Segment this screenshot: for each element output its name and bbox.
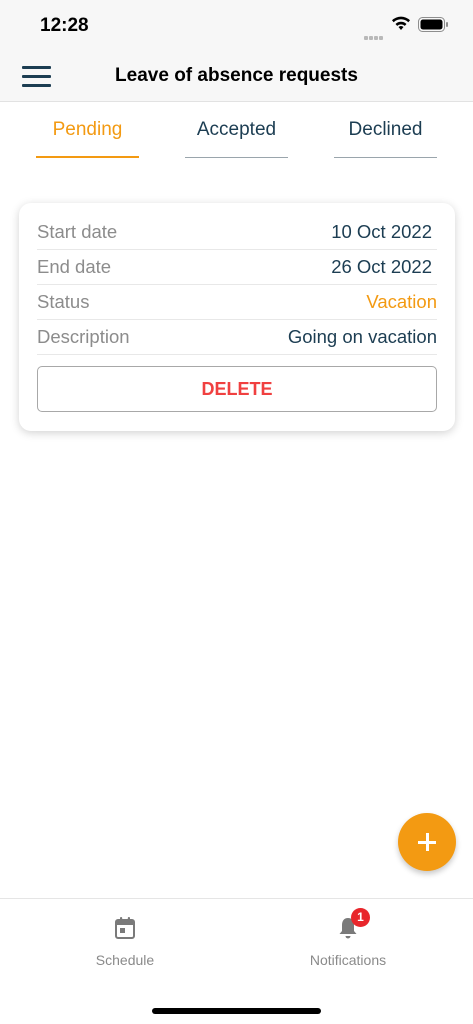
tab-pending[interactable]: Pending xyxy=(36,102,139,158)
description-value: Going on vacation xyxy=(287,326,437,347)
leave-request-card: Start date 10 Oct 2022 End date 26 Oct 2… xyxy=(19,203,455,431)
end-date-row: End date 26 Oct 2022 xyxy=(37,250,437,285)
calendar-icon xyxy=(113,915,137,941)
status-label: Status xyxy=(37,291,90,312)
status-time: 12:28 xyxy=(40,15,89,36)
end-date-value: 26 Oct 2022 xyxy=(331,256,432,277)
page-title: Leave of absence requests xyxy=(115,65,358,86)
tab-declined[interactable]: Declined xyxy=(334,102,437,158)
nav-schedule[interactable]: Schedule xyxy=(45,915,205,968)
start-date-row: Start date 10 Oct 2022 xyxy=(37,215,437,250)
start-date-value: 10 Oct 2022 xyxy=(331,221,432,242)
bell-icon: 1 xyxy=(336,908,370,941)
nav-notifications[interactable]: 1 Notifications xyxy=(268,908,428,968)
request-tabs: Pending Accepted Declined xyxy=(0,102,473,160)
home-indicator xyxy=(152,1008,321,1014)
app-header: Leave of absence requests xyxy=(0,52,473,102)
wifi-icon xyxy=(392,16,410,30)
nav-notifications-label: Notifications xyxy=(309,952,387,968)
status-row: Status Vacation xyxy=(37,285,437,320)
start-date-label: Start date xyxy=(37,221,118,242)
battery-icon xyxy=(418,17,448,32)
end-date-label: End date xyxy=(37,256,112,277)
status-value: Vacation xyxy=(366,291,437,312)
description-row: Description Going on vacation xyxy=(37,320,437,355)
status-bar: 12:28 xyxy=(0,0,473,52)
notification-badge: 1 xyxy=(351,908,370,927)
add-request-button[interactable] xyxy=(398,813,456,871)
delete-button[interactable]: DELETE xyxy=(37,366,437,412)
tab-accepted[interactable]: Accepted xyxy=(185,102,288,158)
bottom-navigation: Schedule 1 Notifications xyxy=(0,898,473,1024)
cellular-signal-icon xyxy=(364,27,386,40)
nav-schedule-label: Schedule xyxy=(95,952,155,968)
description-label: Description xyxy=(37,326,130,347)
